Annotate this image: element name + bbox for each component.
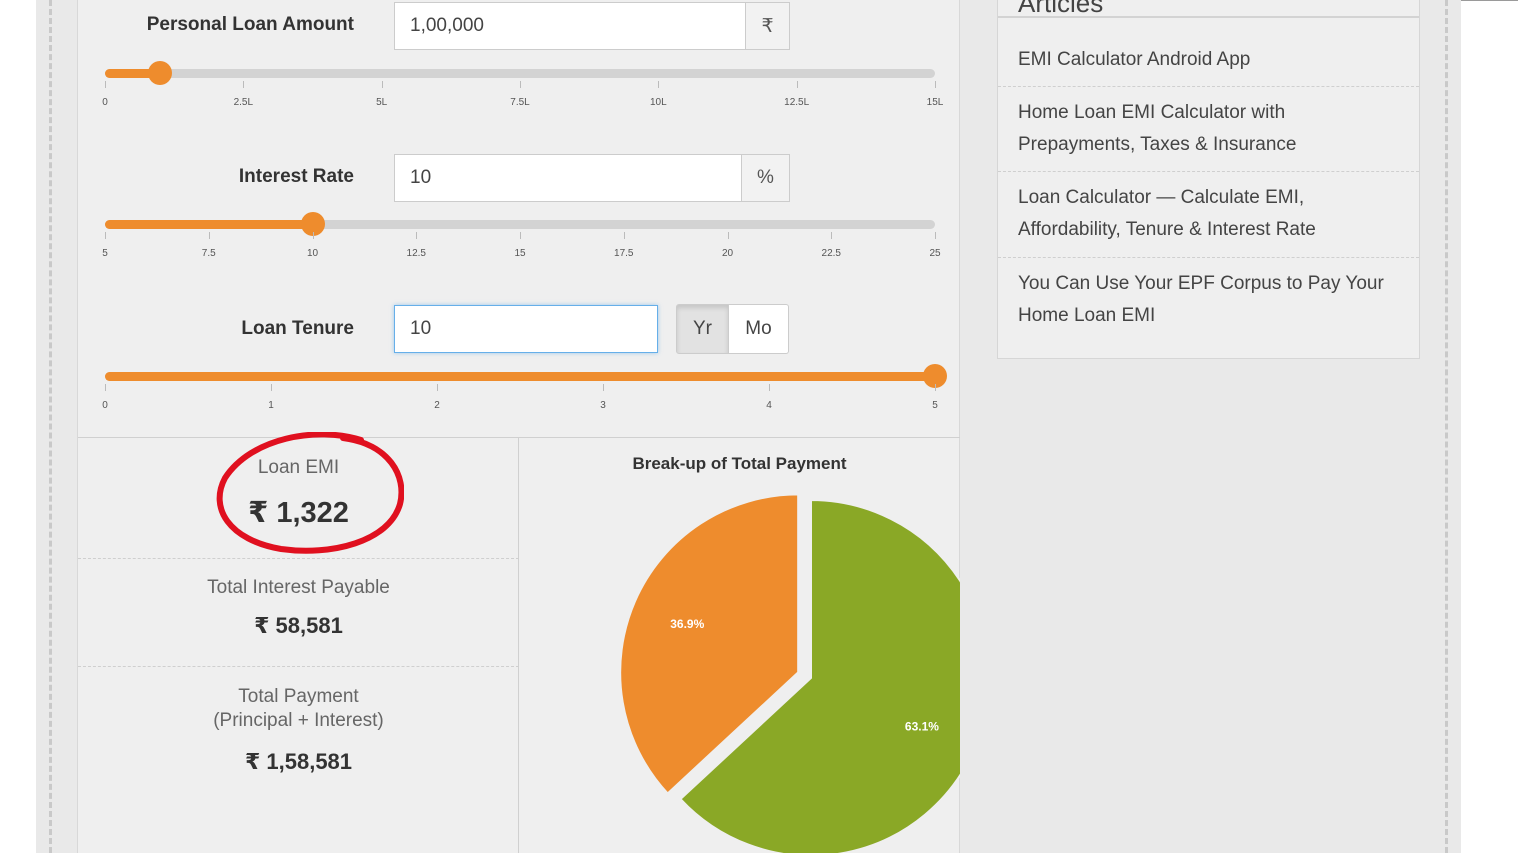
article-link[interactable]: EMI Calculator Android App <box>1018 44 1399 76</box>
slider-tick-label: 2.5L <box>233 97 254 108</box>
rupee-addon: ₹ <box>746 2 790 50</box>
top-rule <box>1461 0 1518 1</box>
slider-ticks: 5 7.5 10 12.5 15 17.5 20 22.5 25 <box>102 232 941 262</box>
slider-tick <box>831 232 833 239</box>
loan-tenure-input[interactable] <box>394 305 658 353</box>
percent-addon: % <box>742 154 790 202</box>
slider-tick-label: 5L <box>376 97 388 108</box>
slider-tick-label: 2 <box>434 400 440 411</box>
slider-tick <box>243 81 245 88</box>
loan-tenure-label: Loan Tenure <box>241 318 354 339</box>
total-payment-result: Total Payment (Principal + Interest) ₹ 1… <box>78 686 519 775</box>
slider-tick <box>623 232 625 239</box>
pie-chart: 36.9% 63.1% <box>619 493 960 853</box>
slider-tick-label: 20 <box>721 248 734 259</box>
slider-tick-label: 15L <box>926 97 944 108</box>
page-border-left <box>49 0 52 853</box>
article-link[interactable]: Loan Calculator — Calculate EMI, Afforda… <box>1018 182 1399 246</box>
slider-tick <box>796 81 798 88</box>
slider-tick-label: 1 <box>268 400 274 411</box>
loan-amount-slider[interactable]: 0 2.5L 5L 7.5L 10L 12.5L 15L <box>102 61 943 108</box>
pie-slice-label: 63.1% <box>905 719 939 733</box>
slider-tick <box>603 384 604 391</box>
emi-calculator: Personal Loan Amount ₹ 0 2.5L 5L 7.5L 10L 12.… <box>77 0 960 853</box>
interest-rate-input[interactable] <box>394 154 742 202</box>
loan-tenure-slider[interactable]: 0 1 2 3 4 5 <box>102 364 947 411</box>
article-link[interactable]: Home Loan EMI Calculator with Prepayment… <box>1018 97 1399 161</box>
slider-fill <box>105 220 313 229</box>
total-payment-sublabel: (Principal + Interest) <box>213 710 384 731</box>
slider-tick <box>727 232 729 239</box>
slider-tick-label: 25 <box>929 248 941 259</box>
total-payment-value: ₹ 1,58,581 <box>244 749 353 774</box>
slider-tick-label: 3 <box>600 400 606 411</box>
loan-amount-group: ₹ <box>394 2 790 50</box>
slider-tick-label: 10L <box>649 97 667 108</box>
articles-rule <box>998 16 1419 18</box>
slider-tick <box>312 232 314 239</box>
slider-tick-label: 4 <box>766 400 772 411</box>
slider-tick-label: 17.5 <box>614 248 634 259</box>
articles-panel: Articles EMI Calculator Android App Home… <box>997 0 1420 359</box>
interest-rate-group: % <box>394 154 790 202</box>
article-divider <box>998 257 1419 258</box>
slider-tick-label: 0 <box>102 400 108 411</box>
slider-tick <box>935 81 936 88</box>
slider-tick <box>658 81 660 88</box>
results-divider <box>78 666 519 667</box>
slider-tick <box>520 81 521 88</box>
slider-fill <box>105 372 935 381</box>
slider-tick <box>208 232 210 239</box>
slider-tick-label: 10 <box>306 248 319 259</box>
slider-track[interactable] <box>105 69 935 78</box>
slider-tick <box>271 384 272 391</box>
slider-tick-label: 5 <box>932 400 938 411</box>
total-interest-label: Total Interest Payable <box>207 577 390 598</box>
slider-tick-label: 7.5 <box>201 248 216 259</box>
tenure-unit-toggle: Yr Mo <box>676 304 789 354</box>
article-divider <box>998 171 1419 172</box>
slider-tick <box>935 232 936 239</box>
slider-tick <box>105 384 106 391</box>
annotation-circle <box>216 432 404 554</box>
page-border-right <box>1445 0 1448 853</box>
slider-tick-label: 12.5 <box>406 248 426 259</box>
slider-tick-label: 12.5L <box>784 97 810 108</box>
slider-ticks: 0 2.5L 5L 7.5L 10L 12.5L 15L <box>102 81 943 111</box>
interest-rate-slider[interactable]: 5 7.5 10 12.5 15 17.5 20 22.5 25 <box>102 212 941 259</box>
pie-slice-label: 36.9% <box>670 617 704 631</box>
years-toggle[interactable]: Yr <box>676 304 729 354</box>
slider-tick <box>105 232 106 239</box>
slider-tick <box>416 232 418 239</box>
months-toggle[interactable]: Mo <box>729 304 789 354</box>
slider-tick <box>769 384 770 391</box>
slider-ticks: 0 1 2 3 4 5 <box>102 384 938 414</box>
slider-tick-label: 5 <box>102 248 108 259</box>
article-divider <box>998 86 1419 87</box>
slider-tick-label: 7.5L <box>510 97 530 108</box>
slider-tick <box>437 384 438 391</box>
results-divider <box>78 558 519 559</box>
total-interest-result: Total Interest Payable ₹ 58,581 <box>78 577 519 639</box>
slider-tick <box>935 384 936 391</box>
slider-tick <box>105 81 106 88</box>
loan-amount-input[interactable] <box>394 2 746 50</box>
total-interest-value: ₹ 58,581 <box>254 613 343 638</box>
slider-tick-label: 22.5 <box>821 248 841 259</box>
slider-tick <box>381 81 383 88</box>
total-payment-label: Total Payment <box>238 686 359 707</box>
slider-tick-label: 0 <box>102 97 108 108</box>
payment-breakup-chart: Break-up of Total Payment 36.9% 63.1% <box>519 437 960 853</box>
article-link[interactable]: You Can Use Your EPF Corpus to Pay Your … <box>1018 268 1399 332</box>
slider-tick-label: 15 <box>514 248 526 259</box>
loan-amount-label: Personal Loan Amount <box>146 14 354 35</box>
slider-tick <box>520 232 521 239</box>
interest-rate-label: Interest Rate <box>238 166 354 187</box>
